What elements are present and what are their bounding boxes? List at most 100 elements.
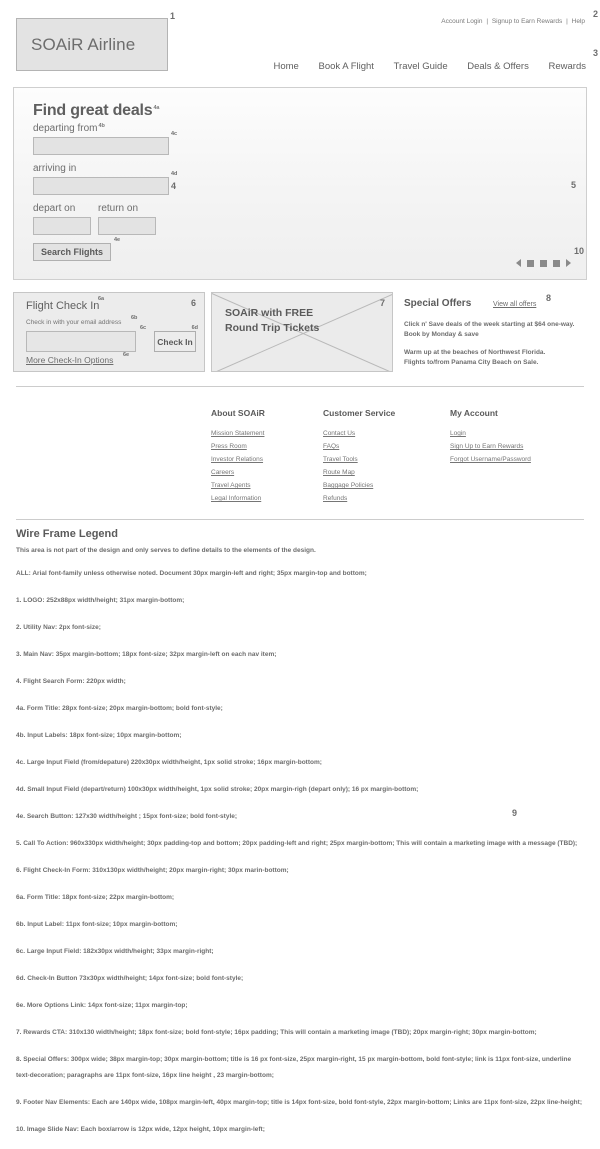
special-offers-paragraph-2: Warm up at the beaches of Northwest Flor… (404, 348, 594, 368)
annotation-marker-10: 10 (573, 246, 584, 256)
footer-link-press-room[interactable]: Press Room (211, 440, 323, 453)
utility-nav-item-account-login[interactable]: Account Login (440, 18, 483, 25)
footer-link-baggage-policies[interactable]: Baggage Policies (323, 479, 435, 492)
depart-on-input[interactable] (33, 217, 91, 235)
annotation-marker-6c: 6c (140, 325, 147, 331)
check-in-email-input[interactable] (26, 331, 136, 352)
footer-link-route-map[interactable]: Route Map (323, 466, 435, 479)
slide-prev-icon[interactable] (516, 259, 521, 267)
legend-item-6a: 6a. Form Title: 18px font-size; 22px mar… (16, 894, 175, 901)
divider-above-footer (16, 386, 584, 387)
legend-item-4b: 4b. Input Labels: 18px font-size; 10px m… (16, 732, 182, 739)
annotation-marker-8: 8 (546, 293, 552, 303)
logo-label: SOAiR Airline (31, 34, 136, 54)
footer-link-travel-tools[interactable]: Travel Tools (323, 453, 435, 466)
image-slide-nav (513, 259, 574, 267)
flight-check-in-form: 6 Flight Check In 6a Check in with your … (13, 292, 205, 372)
footer-column-about-title: About SOAiR (211, 408, 265, 418)
arriving-in-input[interactable] (33, 177, 169, 195)
wireframe-page: SOAiR Airline 1 Account Login | Signup t… (0, 0, 600, 1133)
special-offers-p1-line2: Book by Monday & save (404, 331, 479, 338)
divider-above-legend (16, 519, 584, 520)
check-in-button[interactable]: Check In (154, 331, 196, 352)
footer-link-legal-information[interactable]: Legal Information (211, 492, 323, 505)
utility-nav-item-signup[interactable]: Signup to Earn Rewards (491, 18, 563, 25)
label-return-on: return on (98, 203, 139, 214)
view-all-offers-link[interactable]: View all offers (493, 301, 536, 308)
departing-from-input[interactable] (33, 137, 169, 155)
footer-link-careers[interactable]: Careers (211, 466, 323, 479)
utility-nav-separator-1: | (486, 18, 489, 25)
legend-item-6e: 6e. More Options Link: 14px font-size; 1… (16, 1002, 188, 1009)
check-in-title: Flight Check In (26, 300, 100, 312)
legend-item-2: 2. Utility Nav: 2px font-size; (16, 624, 101, 631)
label-depart-on: depart on (33, 203, 76, 214)
nav-item-rewards[interactable]: Rewards (549, 61, 587, 72)
legend-item-9: 9. Footer Nav Elements: Each are 140px w… (16, 1099, 582, 1106)
slide-next-icon[interactable] (566, 259, 571, 267)
rewards-cta[interactable]: SOAiR with FREE Round Trip Tickets 7 (211, 292, 393, 372)
footer-link-forgot-username-password[interactable]: Forgot Username/Password (450, 453, 562, 466)
annotation-marker-4e: 4e (114, 237, 121, 243)
legend-item-4e: 4e. Search Button: 127x30 width/height ;… (16, 813, 238, 820)
annotation-marker-6e: 6e (123, 352, 130, 358)
main-nav: Home Book A Flight Travel Guide Deals & … (257, 61, 587, 72)
annotation-marker-5: 5 (570, 180, 576, 190)
rewards-cta-line-1: SOAiR with FREE (225, 307, 314, 319)
special-offers-paragraph-1: Click n' Save deals of the week starting… (404, 320, 594, 340)
annotation-marker-6d: 6d (191, 325, 198, 331)
footer-column-my-account-title: My Account (450, 408, 498, 418)
special-offers-p2-line1: Warm up at the beaches of Northwest Flor… (404, 349, 546, 356)
nav-item-travel-guide[interactable]: Travel Guide (394, 61, 448, 72)
annotation-marker-4b: 4b (98, 122, 105, 129)
footer-link-mission-statement[interactable]: Mission Statement (211, 427, 323, 440)
legend-subtitle: This area is not part of the design and … (16, 547, 316, 554)
hero-call-to-action: 4 5 Find great deals4a departing from4b … (13, 87, 587, 280)
search-flights-button[interactable]: Search Flights (33, 243, 111, 261)
search-form-title: Find great deals4a (33, 102, 159, 120)
more-check-in-options-link[interactable]: More Check-In Options (26, 355, 113, 365)
legend-item-4c: 4c. Large Input Field (from/depature) 22… (16, 759, 322, 766)
legend-item-4a: 4a. Form Title: 28px font-size; 20px mar… (16, 705, 223, 712)
legend-item-6c: 6c. Large Input Field: 182x30px width/he… (16, 948, 214, 955)
footer-column-my-account: My Account Login Sign Up to Earn Rewards… (450, 408, 562, 466)
search-form-title-label: Find great deals (33, 102, 153, 119)
footer-link-refunds[interactable]: Refunds (323, 492, 435, 505)
slide-dot-2[interactable] (540, 259, 547, 267)
special-offers-header: Special Offers View all offers 8 (404, 294, 594, 312)
footer-link-contact-us[interactable]: Contact Us (323, 427, 435, 440)
legend-item-4: 4. Flight Search Form: 220px width; (16, 678, 126, 685)
annotation-marker-4: 4 (171, 181, 177, 191)
footer-link-investor-relations[interactable]: Investor Relations (211, 453, 323, 466)
legend-item-8: 8. Special Offers: 300px wide; 38px marg… (16, 1056, 572, 1079)
legend-item-6: 6. Flight Check-In Form: 310x130px width… (16, 867, 289, 874)
label-arriving-in-text: arriving in (33, 163, 77, 174)
annotation-marker-4c: 4c (171, 131, 178, 137)
annotation-marker-6a: 6a (98, 296, 105, 302)
footer-link-travel-agents[interactable]: Travel Agents (211, 479, 323, 492)
footer-link-faqs[interactable]: FAQs (323, 440, 435, 453)
footer-column-customer-service: Customer Service Contact Us FAQs Travel … (323, 408, 435, 505)
footer-link-sign-up-rewards[interactable]: Sign Up to Earn Rewards (450, 440, 562, 453)
wireframe-legend: Wire Frame Legend This area is not part … (16, 528, 586, 1149)
check-in-subtitle: Check in with your email address (26, 319, 122, 326)
utility-nav-item-help[interactable]: Help (571, 18, 586, 25)
nav-item-home[interactable]: Home (274, 61, 299, 72)
label-arriving-in: arriving in (33, 163, 76, 174)
special-offers: Special Offers View all offers 8 Click n… (404, 294, 594, 368)
annotation-marker-1: 1 (170, 11, 176, 21)
legend-item-6b: 6b. Input Label: 11px font-size; 10px ma… (16, 921, 178, 928)
legend-item-all: ALL: Arial font-family unless otherwise … (16, 570, 367, 577)
nav-item-deals-offers[interactable]: Deals & Offers (467, 61, 529, 72)
logo[interactable]: SOAiR Airline (16, 18, 168, 71)
slide-dot-3[interactable] (553, 259, 560, 267)
slide-dot-1[interactable] (527, 259, 534, 267)
footer-link-login[interactable]: Login (450, 427, 562, 440)
annotation-marker-6: 6 (190, 298, 196, 308)
return-on-input[interactable] (98, 217, 156, 235)
legend-item-4d: 4d. Small Input Field (depart/return) 10… (16, 786, 419, 793)
rewards-cta-text: SOAiR with FREE Round Trip Tickets (225, 306, 319, 336)
nav-item-book-a-flight[interactable]: Book A Flight (318, 61, 373, 72)
annotation-marker-6b: 6b (131, 315, 138, 321)
label-departing-from-text: departing from (33, 123, 98, 134)
